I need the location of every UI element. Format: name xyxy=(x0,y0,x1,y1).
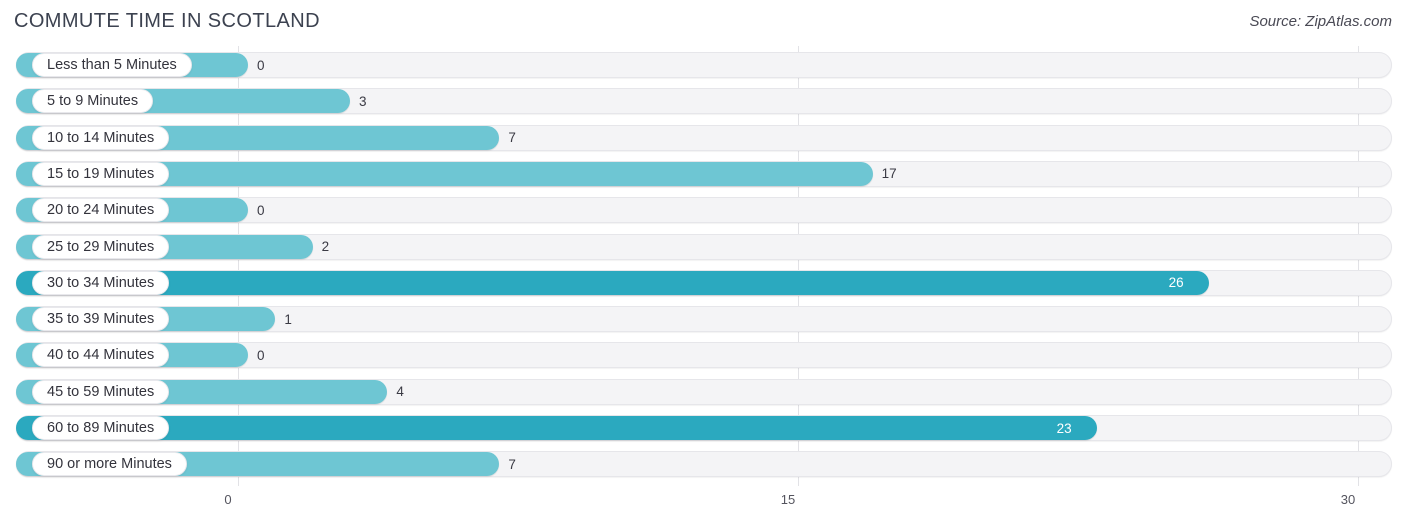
bar-rows: Less than 5 Minutes 0 5 to 9 Minutes 3 10 to… xyxy=(0,46,1406,486)
bar-row: 30 to 34 Minutes 26 xyxy=(0,268,1406,298)
plot-area: Less than 5 Minutes 0 5 to 9 Minutes 3 10 to… xyxy=(0,46,1406,486)
bar-category-label: 10 to 14 Minutes xyxy=(32,125,170,150)
bar-value-label: 17 xyxy=(881,166,897,182)
bar-value-label: 0 xyxy=(257,347,265,363)
bar-row: 5 to 9 Minutes 3 xyxy=(0,86,1406,116)
bar-value-label: 0 xyxy=(257,202,265,218)
bar-row: 40 to 44 Minutes 0 xyxy=(0,340,1406,370)
bar[interactable] xyxy=(16,270,1209,295)
bar-value-label: 3 xyxy=(359,93,367,109)
bar[interactable] xyxy=(16,416,1097,440)
chart-header: COMMUTE TIME IN SCOTLAND Source: ZipAtla… xyxy=(0,0,1406,44)
bar-category-label: 20 to 24 Minutes xyxy=(32,198,170,223)
bar-row: Less than 5 Minutes 0 xyxy=(0,50,1406,80)
page-title: COMMUTE TIME IN SCOTLAND xyxy=(14,10,320,32)
bar-row: 90 or more Minutes 7 xyxy=(0,449,1406,479)
bar-row: 45 to 59 Minutes 4 xyxy=(0,377,1406,407)
bar-category-label: 40 to 44 Minutes xyxy=(32,343,170,368)
axis-tick-0: 0 xyxy=(224,492,232,507)
bar-row: 20 to 24 Minutes 0 xyxy=(0,195,1406,225)
source-attribution: Source: ZipAtlas.com xyxy=(1249,13,1392,30)
bar-value-label: 23 xyxy=(1056,420,1072,436)
bar-category-label: 35 to 39 Minutes xyxy=(32,307,170,332)
axis-tick-15: 15 xyxy=(780,492,796,507)
bar-category-label: 60 to 89 Minutes xyxy=(32,416,170,440)
bar-row: 10 to 14 Minutes 7 xyxy=(0,123,1406,153)
bar-category-label: 30 to 34 Minutes xyxy=(32,270,170,295)
bar-value-label: 2 xyxy=(321,239,330,254)
chart-container: COMMUTE TIME IN SCOTLAND Source: ZipAtla… xyxy=(0,0,1406,523)
bar-category-label: 25 to 29 Minutes xyxy=(32,234,170,259)
bar-row: 15 to 19 Minutes 17 xyxy=(0,159,1406,189)
bar-category-label: 45 to 59 Minutes xyxy=(32,379,170,404)
bar-category-label: 15 to 19 Minutes xyxy=(32,161,170,186)
bar-row: 60 to 89 Minutes 23 xyxy=(0,413,1406,443)
axis-tick-30: 30 xyxy=(1340,492,1356,507)
bar-category-label: 90 or more Minutes xyxy=(32,452,187,477)
bar-category-label: 5 to 9 Minutes xyxy=(32,89,154,114)
bar-category-label: Less than 5 Minutes xyxy=(32,53,192,77)
bar-value-label: 0 xyxy=(257,57,265,73)
bar-row: 25 to 29 Minutes 2 xyxy=(0,232,1406,262)
bar-value-label: 1 xyxy=(284,311,292,327)
bar-value-label: 7 xyxy=(508,130,516,146)
bar-value-label: 4 xyxy=(396,384,404,400)
bar-row: 35 to 39 Minutes 1 xyxy=(0,304,1406,334)
x-axis: 0 15 30 xyxy=(0,486,1406,523)
bar-value-label: 26 xyxy=(1168,275,1184,291)
bar-value-label: 7 xyxy=(508,456,516,472)
